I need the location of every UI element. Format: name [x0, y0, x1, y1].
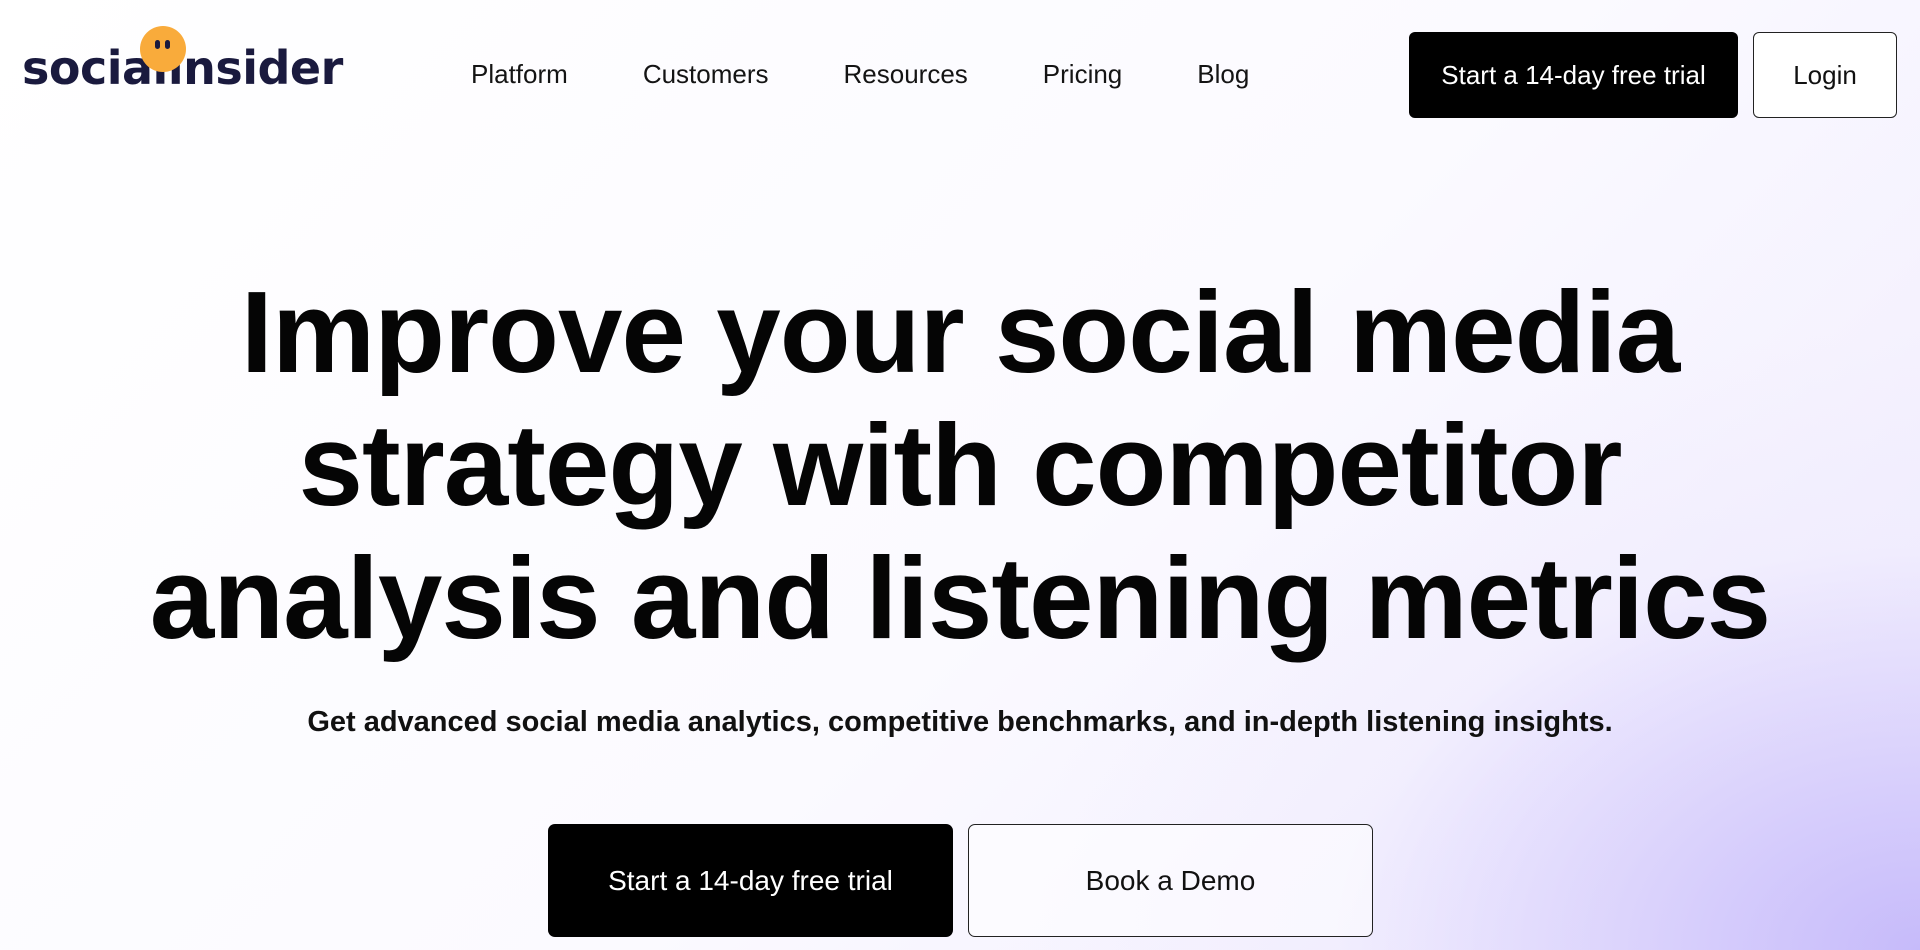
login-button[interactable]: Login: [1753, 32, 1897, 118]
logo[interactable]: socialinsider: [22, 26, 343, 96]
nav-item-customers[interactable]: Customers: [643, 56, 769, 92]
hero-title-line: strategy with competitor: [298, 400, 1622, 530]
header-free-trial-button[interactable]: Start a 14-day free trial: [1409, 32, 1738, 118]
nav-item-platform[interactable]: Platform: [471, 56, 568, 92]
nav-item-resources[interactable]: Resources: [844, 56, 968, 92]
hero-free-trial-button[interactable]: Start a 14-day free trial: [548, 824, 953, 937]
nav-item-pricing[interactable]: Pricing: [1043, 56, 1122, 92]
hero-subtitle: Get advanced social media analytics, com…: [307, 706, 1613, 738]
smiley-dot-icon: [140, 26, 186, 72]
book-demo-button[interactable]: Book a Demo: [968, 824, 1373, 937]
main-nav: Platform Customers Resources Pricing Blo…: [471, 56, 1249, 92]
hero-title-line: Improve your social media: [240, 267, 1680, 397]
hero-title-line: analysis and listening metrics: [149, 533, 1771, 663]
nav-item-blog[interactable]: Blog: [1197, 56, 1249, 92]
hero-title: Improve your social media strategy with …: [0, 266, 1920, 665]
